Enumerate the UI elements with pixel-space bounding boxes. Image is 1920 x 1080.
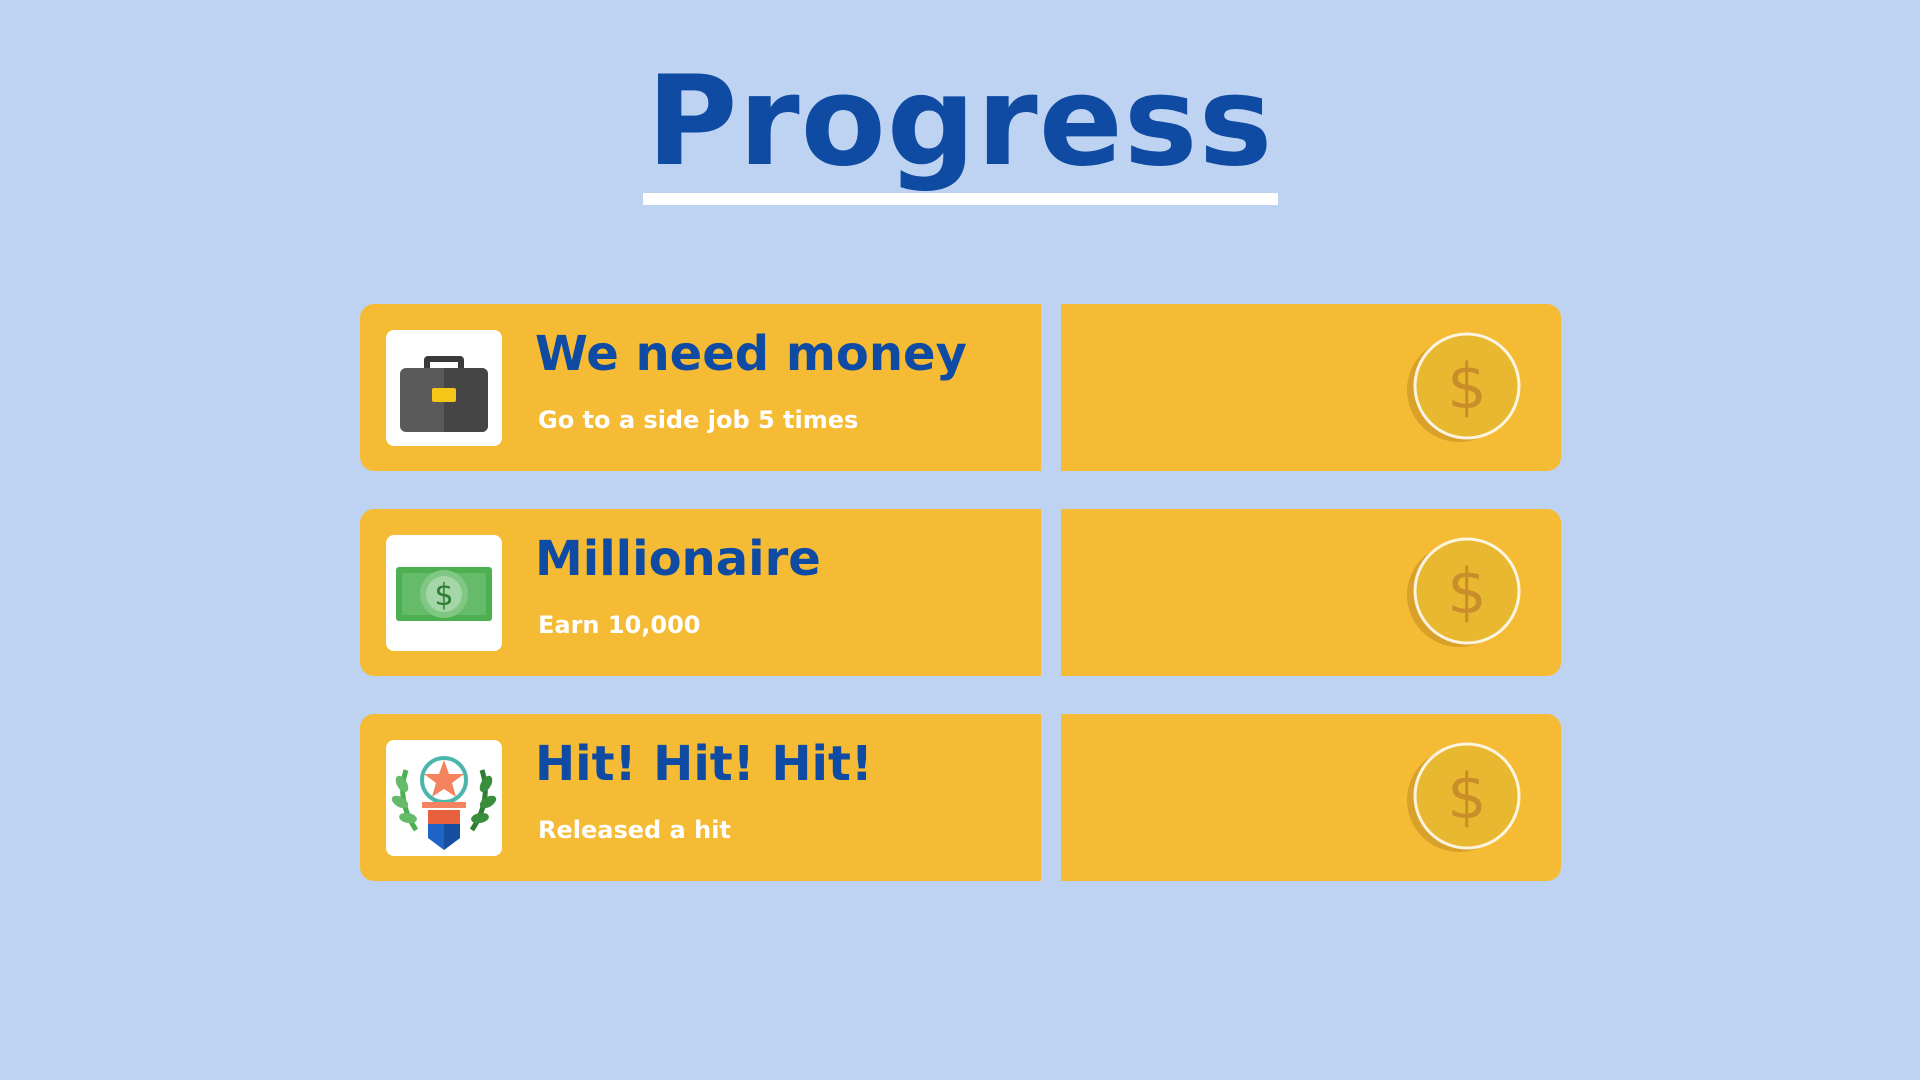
- briefcase-icon: [400, 356, 488, 432]
- svg-text:$: $: [1447, 555, 1486, 628]
- achievement-icon-box: [386, 330, 502, 446]
- title-underline: [643, 193, 1278, 205]
- achievement-icon-box: $: [386, 535, 502, 651]
- achievement-row[interactable]: We need money Go to a side job 5 times $: [360, 304, 1561, 471]
- achievement-title: Millionaire: [535, 531, 821, 587]
- svg-text:$: $: [1447, 350, 1486, 423]
- achievement-reward-panel: $: [1061, 714, 1561, 881]
- achievement-row[interactable]: Hit! Hit! Hit! Released a hit $: [360, 714, 1561, 881]
- progress-screen: Progress We need money Go to a side job …: [0, 0, 1920, 1080]
- page-title: Progress: [646, 50, 1274, 194]
- achievement-title: Hit! Hit! Hit!: [535, 736, 873, 792]
- coin-icon[interactable]: $: [1405, 738, 1525, 858]
- laurel-trophy-icon: [391, 756, 497, 850]
- achievement-title: We need money: [535, 326, 967, 382]
- banknote-icon: $: [396, 567, 492, 621]
- coin-icon[interactable]: $: [1405, 533, 1525, 653]
- achievement-info-panel: We need money Go to a side job 5 times: [360, 304, 1041, 471]
- svg-text:$: $: [1447, 760, 1486, 833]
- coin-icon[interactable]: $: [1405, 328, 1525, 448]
- achievement-row[interactable]: $ Millionaire Earn 10,000 $: [360, 509, 1561, 676]
- achievement-description: Released a hit: [538, 816, 731, 844]
- achievement-icon-box: [386, 740, 502, 856]
- achievement-reward-panel: $: [1061, 304, 1561, 471]
- achievement-reward-panel: $: [1061, 509, 1561, 676]
- achievement-info-panel: $ Millionaire Earn 10,000: [360, 509, 1041, 676]
- achievement-description: Go to a side job 5 times: [538, 406, 859, 434]
- svg-text:$: $: [434, 578, 453, 613]
- achievement-description: Earn 10,000: [538, 611, 701, 639]
- achievement-info-panel: Hit! Hit! Hit! Released a hit: [360, 714, 1041, 881]
